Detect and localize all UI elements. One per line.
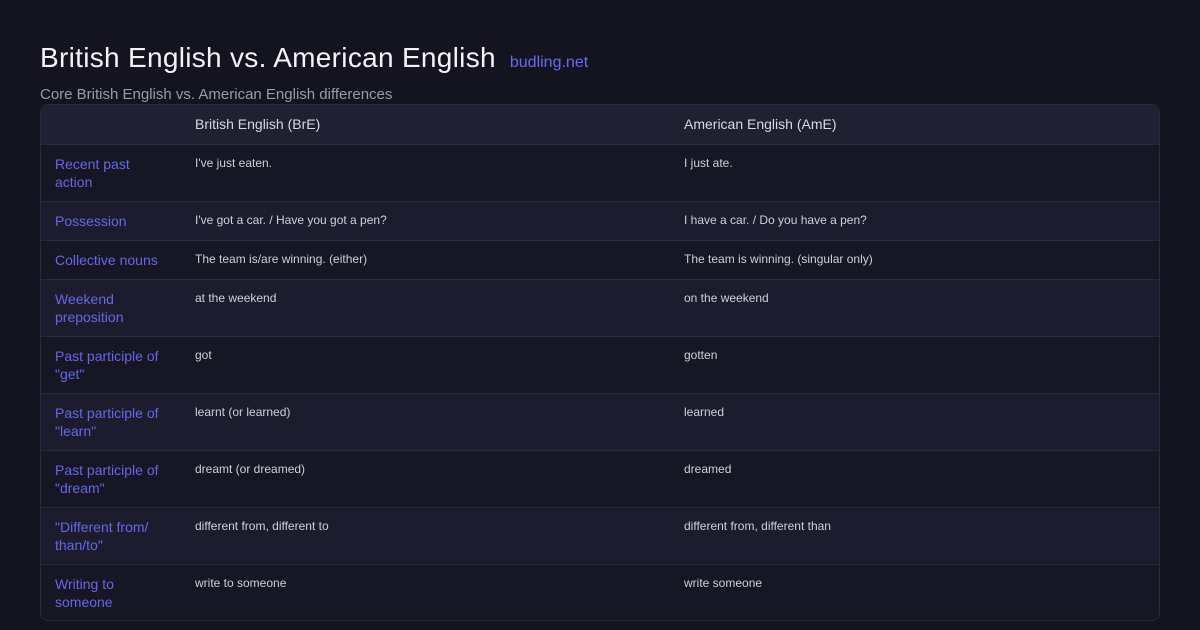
page-title: British English vs. American English xyxy=(40,42,496,73)
ame-cell: I have a car. / Do you have a pen? xyxy=(684,212,867,227)
table-row: Past participle of "get" got gotten xyxy=(41,336,1159,393)
bre-cell: got xyxy=(195,347,212,362)
ame-cell: write someone xyxy=(684,575,763,590)
row-label: Recent past action xyxy=(55,155,130,190)
column-header-ame: American English (AmE) xyxy=(684,116,837,133)
ame-cell: I just ate. xyxy=(684,155,733,170)
comparison-table: British English (BrE) American English (… xyxy=(40,104,1160,621)
ame-cell: dreamed xyxy=(684,461,732,476)
table-header-row: British English (BrE) American English (… xyxy=(41,105,1159,144)
ame-cell: gotten xyxy=(684,347,718,362)
table-row: Recent past action I've just eaten. I ju… xyxy=(41,144,1159,201)
ame-cell: different from, different than xyxy=(684,518,831,533)
ame-cell: The team is winning. (singular only) xyxy=(684,251,873,266)
bre-cell: write to someone xyxy=(195,575,287,590)
column-header-empty xyxy=(41,105,181,144)
table-row: Past participle of "dream" dreamt (or dr… xyxy=(41,450,1159,507)
page: British English vs. American English bud… xyxy=(0,0,1200,630)
row-label: Past participle of "get" xyxy=(55,347,159,382)
table-row: Writing to someone write to someone writ… xyxy=(41,564,1159,620)
site-link[interactable]: budling.net xyxy=(510,45,588,81)
row-label: Collective nouns xyxy=(55,251,158,268)
table-row: Possession I've got a car. / Have you go… xyxy=(41,201,1159,240)
row-label: Past participle of "learn" xyxy=(55,404,159,439)
bre-cell: I've just eaten. xyxy=(195,155,273,170)
row-label: Writing to someone xyxy=(55,575,114,610)
bre-cell: The team is/are winning. (either) xyxy=(195,251,368,266)
row-label: Possession xyxy=(55,212,127,229)
row-label: Weekend preposition xyxy=(55,290,124,325)
ame-cell: on the weekend xyxy=(684,290,769,305)
page-subtitle: Core British English vs. American Englis… xyxy=(40,86,393,103)
table-row: "Different from/ than/to" different from… xyxy=(41,507,1159,564)
column-header-bre: British English (BrE) xyxy=(195,116,321,133)
table-row: Weekend preposition at the weekend on th… xyxy=(41,279,1159,336)
bre-cell: I've got a car. / Have you got a pen? xyxy=(195,212,387,227)
row-label: "Different from/ than/to" xyxy=(55,518,149,553)
bre-cell: different from, different to xyxy=(195,518,329,533)
bre-cell: dreamt (or dreamed) xyxy=(195,461,306,476)
bre-cell: at the weekend xyxy=(195,290,277,305)
row-label: Past participle of "dream" xyxy=(55,461,159,496)
table-row: Collective nouns The team is/are winning… xyxy=(41,240,1159,279)
header: British English vs. American English bud… xyxy=(40,40,1160,76)
bre-cell: learnt (or learned) xyxy=(195,404,291,419)
ame-cell: learned xyxy=(684,404,725,419)
table-row: Past participle of "learn" learnt (or le… xyxy=(41,393,1159,450)
